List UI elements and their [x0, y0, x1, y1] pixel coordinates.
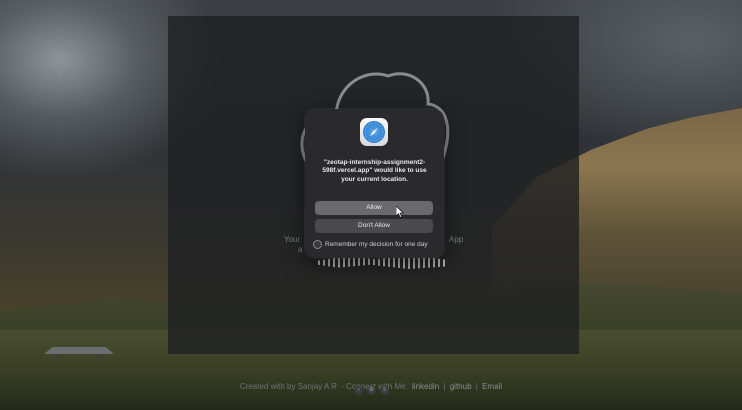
- settings-icon[interactable]: ⚙: [367, 386, 376, 395]
- safari-compass-icon: [360, 118, 388, 146]
- location-permission-dialog: "zeotap-internship-assignment2-598f.verc…: [305, 109, 444, 258]
- remember-label: Remember my decision for one day: [325, 241, 428, 248]
- wallpaper-shelter: [44, 347, 114, 361]
- remember-checkbox[interactable]: [313, 240, 322, 249]
- remember-decision[interactable]: Remember my decision for one day: [313, 240, 428, 249]
- footer-created: Created with by Sanjay A R: [239, 382, 337, 391]
- footer-link-email[interactable]: Email: [482, 382, 502, 391]
- allow-button[interactable]: Allow: [315, 201, 433, 215]
- dialog-message: "zeotap-internship-assignment2-598f.verc…: [315, 159, 434, 184]
- page-text-left-2: a: [298, 245, 303, 254]
- mouse-cursor-icon: [396, 206, 404, 218]
- menu-icon[interactable]: ≡: [380, 386, 389, 395]
- dont-allow-button[interactable]: Don't Allow: [315, 219, 433, 233]
- footer-separator: |: [443, 382, 446, 391]
- page-text-right: App: [449, 235, 464, 244]
- footer-link-linkedin[interactable]: linkedin: [412, 382, 439, 391]
- comment-icon[interactable]: ○: [354, 386, 363, 395]
- footer-separator: |: [475, 382, 478, 391]
- footer-link-github[interactable]: github: [450, 382, 472, 391]
- page-text-left: Your: [284, 235, 301, 244]
- footer-toolbar: ○ ⚙ ≡: [354, 386, 389, 395]
